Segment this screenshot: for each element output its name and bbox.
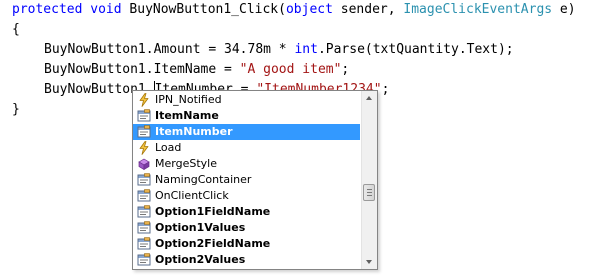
keyword-int: int [294, 42, 318, 57]
property-icon [137, 237, 151, 250]
itemname-statement-left: BuyNowButton1.ItemName = [44, 62, 240, 77]
completion-item-onclientclick[interactable]: OnClientClick [133, 188, 360, 204]
event-icon [139, 141, 149, 155]
completion-item-label: Option2Values [155, 253, 246, 266]
completion-item-itemnumber[interactable]: ItemNumber [133, 124, 360, 140]
keyword-object: object [285, 2, 333, 17]
type-image-click-event-args: ImageClickEventArgs [403, 2, 553, 17]
completion-item-label: Option1FieldName [155, 205, 271, 218]
completion-item-label: ItemName [155, 109, 219, 122]
completion-scrollbar[interactable] [361, 91, 377, 269]
keyword-protected: protected [12, 2, 83, 17]
completion-item-label: Load [155, 141, 182, 154]
completion-item-option2fieldname[interactable]: Option2FieldName [133, 236, 360, 252]
grip-line [367, 192, 372, 193]
completion-item-label: NamingContainer [155, 173, 252, 186]
completion-item-label: MergeStyle [155, 157, 217, 170]
arrow-down-icon [366, 260, 372, 264]
event-icon [139, 93, 149, 107]
itemnumber-semicolon: ; [381, 82, 390, 97]
completion-item-option2values[interactable]: Option2Values [133, 252, 360, 268]
close-brace: } [12, 102, 20, 117]
completion-item-label: Option2FieldName [155, 237, 271, 250]
completion-item-namingcontainer[interactable]: NamingContainer [133, 172, 360, 188]
grip-line [367, 189, 372, 190]
completion-item-load[interactable]: Load [133, 140, 360, 156]
param-sender: sender, [332, 2, 404, 17]
code-line-2: { [12, 20, 20, 40]
completion-item-mergestyle[interactable]: MergeStyle [133, 156, 360, 172]
intellisense-completion-list[interactable]: IPN_Notified ItemName ItemNumber Load MergeS… [132, 90, 378, 270]
scrollbar-thumb[interactable] [363, 184, 375, 201]
amount-statement-right: .Parse(txtQuantity.Text); [317, 42, 514, 57]
grip-line [367, 195, 372, 196]
property-icon [137, 221, 151, 234]
code-line-3: BuyNowButton1.Amount = 34.78m * int.Pars… [12, 40, 514, 60]
method-signature: BuyNowButton1_Click( [129, 2, 286, 17]
property-icon [137, 205, 151, 218]
code-line-1: protected void BuyNowButton1_Click(objec… [12, 0, 576, 20]
completion-item-label: OnClientClick [155, 189, 229, 202]
code-line-4: BuyNowButton1.ItemName = "A good item"; [12, 60, 349, 80]
completion-item-ipn-notified[interactable]: IPN_Notified [133, 92, 360, 108]
amount-statement-left: BuyNowButton1.Amount = 34.78m * [44, 42, 295, 57]
completion-item-label: IPN_Notified [155, 93, 222, 106]
open-brace: { [12, 22, 20, 37]
completion-item-option1values[interactable]: Option1Values [133, 220, 360, 236]
completion-item-label: ItemNumber [155, 125, 233, 138]
completion-items: IPN_Notified ItemName ItemNumber Load MergeS… [133, 92, 360, 268]
itemname-semicolon: ; [341, 62, 350, 77]
property-icon [137, 173, 151, 186]
method-icon [138, 158, 150, 171]
property-icon [137, 125, 151, 138]
scroll-up-button[interactable] [362, 91, 377, 106]
property-icon [137, 189, 151, 202]
param-e: e) [552, 2, 576, 17]
code-line-6: } [12, 100, 20, 120]
completion-item-itemname[interactable]: ItemName [133, 108, 360, 124]
arrow-up-icon [366, 96, 372, 100]
property-icon [137, 253, 151, 266]
property-icon [137, 109, 151, 122]
completion-item-label: Option1Values [155, 221, 246, 234]
completion-item-option1fieldname[interactable]: Option1FieldName [133, 204, 360, 220]
scroll-down-button[interactable] [362, 254, 377, 269]
keyword-void: void [90, 2, 122, 17]
itemname-string: "A good item" [239, 62, 342, 77]
